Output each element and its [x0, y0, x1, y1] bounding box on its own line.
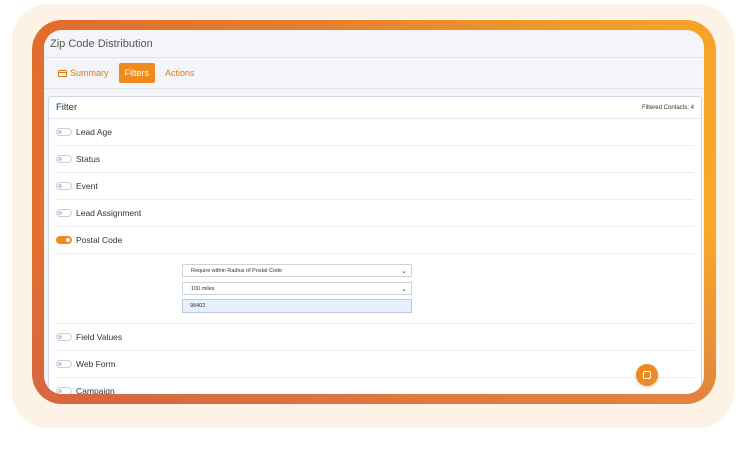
event-toggle[interactable] — [56, 182, 72, 190]
radius-mode-select[interactable]: Require within Radius of Postal Code ⌄ — [182, 264, 412, 277]
postal-code-options: Require within Radius of Postal Code ⌄ 1… — [56, 254, 694, 324]
radius-distance-select[interactable]: 100 miles ⌄ — [182, 282, 412, 295]
field-values-label: Field Values — [76, 332, 123, 342]
lead-assignment-label: Lead Assignment — [76, 208, 142, 218]
status-toggle[interactable] — [56, 155, 72, 163]
chevron-down-icon: ⌄ — [401, 267, 407, 275]
campaign-label: Campaign — [76, 386, 115, 394]
filter-row-status: Status — [56, 146, 694, 173]
filter-row-lead-assignment: Lead Assignment — [56, 200, 694, 227]
window-titlebar: Zip Code Distribution — [44, 30, 704, 58]
filter-row-web-form: Web Form — [56, 351, 694, 378]
status-label: Status — [76, 154, 101, 164]
web-form-label: Web Form — [76, 359, 116, 369]
field-values-toggle[interactable] — [56, 333, 72, 341]
filter-header: Filter Filtered Contacts: 4 — [49, 97, 701, 119]
postal-code-input[interactable]: 98402 — [182, 299, 412, 313]
filter-panel: Filter Filtered Contacts: 4 Lead Age Sta… — [48, 96, 702, 394]
web-form-toggle[interactable] — [56, 360, 72, 368]
campaign-toggle[interactable] — [56, 387, 72, 394]
tab-summary[interactable]: Summary — [52, 64, 115, 82]
tab-filters-label: Filters — [124, 68, 150, 78]
filter-row-campaign: Campaign — [56, 378, 694, 394]
radius-distance-value: 100 miles — [191, 285, 215, 292]
tab-filters[interactable]: Filters — [118, 63, 156, 83]
event-label: Event — [76, 181, 98, 191]
chevron-down-icon: ⌄ — [401, 285, 407, 293]
lead-age-toggle[interactable] — [56, 128, 72, 136]
lead-age-label: Lead Age — [76, 127, 112, 137]
tab-actions-label: Actions — [165, 68, 195, 78]
postal-code-label: Postal Code — [76, 235, 123, 245]
chat-button[interactable] — [636, 364, 658, 386]
filter-row-postal-code: Postal Code — [56, 227, 694, 254]
app-screen: Zip Code Distribution Summary Filters Ac… — [44, 30, 704, 394]
lead-assignment-toggle[interactable] — [56, 209, 72, 217]
filter-row-lead-age: Lead Age — [56, 119, 694, 146]
filtered-contacts-count: Filtered Contacts: 4 — [641, 104, 694, 111]
tab-bar: Summary Filters Actions — [44, 58, 704, 89]
tab-summary-label: Summary — [70, 68, 109, 78]
filter-row-field-values: Field Values — [56, 324, 694, 351]
table-icon — [58, 69, 67, 77]
chat-icon — [643, 371, 651, 379]
radius-mode-value: Require within Radius of Postal Code — [191, 267, 283, 274]
filter-title: Filter — [56, 102, 78, 113]
postal-code-toggle[interactable] — [56, 236, 72, 244]
postal-code-value: 98402 — [190, 303, 206, 309]
window-title: Zip Code Distribution — [50, 37, 153, 50]
filter-row-event: Event — [56, 173, 694, 200]
tab-actions[interactable]: Actions — [159, 64, 201, 82]
